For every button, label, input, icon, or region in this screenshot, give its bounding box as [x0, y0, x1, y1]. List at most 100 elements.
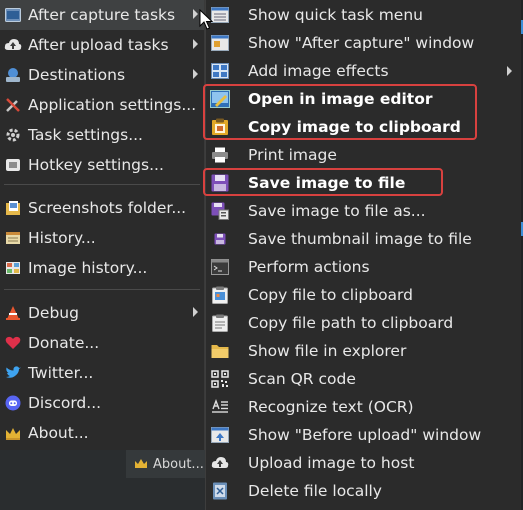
- save-as-icon: [210, 201, 230, 221]
- submenu-item-perform-actions[interactable]: Perform actions: [206, 253, 522, 281]
- printer-icon: [210, 145, 230, 165]
- menu-item-label: Screenshots folder...: [28, 199, 187, 217]
- copy-path-icon: [210, 313, 230, 333]
- submenu-item-copy-file-to-clipboard[interactable]: Copy file to clipboard: [206, 281, 522, 309]
- submenu-item-label: Show quick task menu: [248, 6, 423, 24]
- submenu-item-label: Perform actions: [248, 258, 370, 276]
- chevron-right-icon: [193, 39, 198, 49]
- menu-item-label: Task settings...: [28, 126, 143, 144]
- submenu-item-save-image-to-file[interactable]: Save image to file: [206, 169, 522, 197]
- submenu-item-recognize-text-ocr[interactable]: Recognize text (OCR): [206, 393, 522, 421]
- before-upload-window-icon: [210, 425, 230, 445]
- background-about-label: About...: [153, 456, 204, 472]
- submenu-item-show-file-in-explorer[interactable]: Show file in explorer: [206, 337, 522, 365]
- donate-heart-icon: [4, 334, 22, 352]
- after-capture-tasks-submenu: Show quick task menu Show "After capture…: [203, 0, 522, 510]
- submenu-item-label: Save thumbnail image to file: [248, 230, 472, 248]
- menu-item-label: Debug: [28, 304, 79, 322]
- menu-item-label: After capture tasks: [28, 6, 176, 24]
- application-settings-icon: [4, 96, 22, 114]
- submenu-item-label: Recognize text (OCR): [248, 398, 414, 416]
- submenu-item-copy-file-path-to-clipboard[interactable]: Copy file path to clipboard: [206, 309, 522, 337]
- menu-item-label: Destinations: [28, 66, 126, 84]
- twitter-icon: [4, 364, 22, 382]
- mouse-cursor-icon: [199, 9, 213, 30]
- menu-item-after-capture-tasks[interactable]: After capture tasks: [0, 0, 204, 30]
- menu-item-history[interactable]: History...: [0, 223, 204, 253]
- menu-item-label: After upload tasks: [28, 36, 169, 54]
- after-upload-icon: [4, 36, 22, 54]
- screenshots-folder-icon: [4, 199, 22, 217]
- menu-item-label: About...: [28, 424, 89, 442]
- submenu-item-open-in-image-editor[interactable]: Open in image editor: [206, 85, 522, 113]
- save-thumbnail-icon: [210, 229, 230, 249]
- after-capture-window-icon: [210, 33, 230, 53]
- menu-item-twitter[interactable]: Twitter...: [0, 358, 204, 388]
- submenu-item-copy-image-to-clipboard[interactable]: Copy image to clipboard: [206, 113, 522, 141]
- ocr-text-icon: [210, 397, 230, 417]
- menu-item-application-settings[interactable]: Application settings...: [0, 90, 204, 120]
- submenu-item-scan-qr-code[interactable]: Scan QR code: [206, 365, 522, 393]
- about-crown-icon: [135, 459, 147, 468]
- menu-item-label: Hotkey settings...: [28, 156, 164, 174]
- destinations-icon: [4, 66, 22, 84]
- cloud-upload-icon: [210, 453, 230, 473]
- menu-item-discord[interactable]: Discord...: [0, 388, 204, 418]
- menu-item-label: History...: [28, 229, 96, 247]
- submenu-item-label: Show file in explorer: [248, 342, 407, 360]
- debug-icon: [4, 304, 22, 322]
- save-floppy-icon: [210, 173, 230, 193]
- submenu-item-label: Upload image to host: [248, 454, 415, 472]
- chevron-right-icon: [193, 9, 198, 19]
- submenu-item-delete-file-locally[interactable]: Delete file locally: [206, 477, 522, 505]
- submenu-item-print-image[interactable]: Print image: [206, 141, 522, 169]
- qr-code-icon: [210, 369, 230, 389]
- image-editor-icon: [210, 89, 230, 109]
- about-crown-icon: [4, 424, 22, 442]
- submenu-item-add-image-effects[interactable]: Add image effects: [206, 57, 522, 85]
- chevron-right-icon: [193, 69, 198, 79]
- background-about-button[interactable]: About...: [126, 450, 216, 478]
- menu-item-destinations[interactable]: Destinations: [0, 60, 204, 90]
- submenu-item-label: Print image: [248, 146, 337, 164]
- menu-item-task-settings[interactable]: Task settings...: [0, 120, 204, 150]
- menu-item-label: Twitter...: [28, 364, 94, 382]
- submenu-item-show-after-capture-window[interactable]: Show "After capture" window: [206, 29, 522, 57]
- task-settings-icon: [4, 126, 22, 144]
- submenu-item-show-quick-task-menu[interactable]: Show quick task menu: [206, 1, 522, 29]
- menu-item-donate[interactable]: Donate...: [0, 328, 204, 358]
- menu-separator: [4, 184, 200, 185]
- submenu-item-label: Copy file path to clipboard: [248, 314, 454, 332]
- menu-item-screenshots-folder[interactable]: Screenshots folder...: [0, 193, 204, 223]
- hotkey-settings-icon: [4, 156, 22, 174]
- submenu-item-label: Copy image to clipboard: [248, 118, 461, 136]
- submenu-item-save-image-to-file-as[interactable]: Save image to file as...: [206, 197, 522, 225]
- submenu-item-label: Show "After capture" window: [248, 34, 475, 52]
- menu-item-about[interactable]: About...: [0, 418, 204, 448]
- menu-item-label: Application settings...: [28, 96, 197, 114]
- image-history-icon: [4, 259, 22, 277]
- submenu-item-label: Scan QR code: [248, 370, 356, 388]
- folder-explorer-icon: [210, 341, 230, 361]
- submenu-item-label: Save image to file: [248, 174, 406, 192]
- menu-item-label: Image history...: [28, 259, 148, 277]
- menu-item-hotkey-settings[interactable]: Hotkey settings...: [0, 150, 204, 180]
- menu-item-debug[interactable]: Debug: [0, 298, 204, 328]
- menu-item-image-history[interactable]: Image history...: [0, 253, 204, 283]
- discord-icon: [4, 394, 22, 412]
- menu-item-label: Discord...: [28, 394, 102, 412]
- submenu-item-label: Save image to file as...: [248, 202, 426, 220]
- main-context-menu: After capture tasks After upload tasks D…: [0, 0, 205, 450]
- copy-file-icon: [210, 285, 230, 305]
- history-icon: [4, 229, 22, 247]
- submenu-item-label: Show "Before upload" window: [248, 426, 482, 444]
- submenu-item-show-before-upload-window[interactable]: Show "Before upload" window: [206, 421, 522, 449]
- submenu-item-label: Open in image editor: [248, 90, 433, 108]
- delete-file-icon: [210, 481, 230, 501]
- menu-item-label: Donate...: [28, 334, 100, 352]
- submenu-item-save-thumbnail-image-to-file[interactable]: Save thumbnail image to file: [206, 225, 522, 253]
- image-effects-icon: [210, 61, 230, 81]
- after-capture-icon: [4, 6, 22, 24]
- submenu-item-upload-image-to-host[interactable]: Upload image to host: [206, 449, 522, 477]
- menu-item-after-upload-tasks[interactable]: After upload tasks: [0, 30, 204, 60]
